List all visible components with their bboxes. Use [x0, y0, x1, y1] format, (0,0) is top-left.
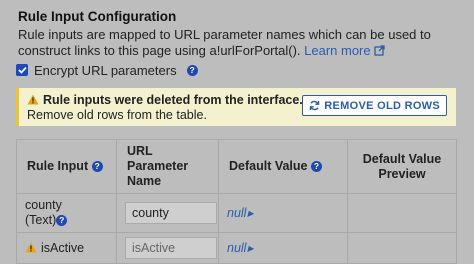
default-value-link[interactable]: null▶	[227, 206, 254, 220]
encrypt-option: Encrypt URL parameters ?	[16, 62, 198, 78]
caret-right-icon: ▶	[247, 244, 254, 253]
table-row: isActive null▶	[16, 232, 457, 264]
rule-input-cell: isActive	[16, 232, 117, 264]
remove-old-rows-button[interactable]: REMOVE OLD ROWS	[302, 95, 447, 116]
refresh-icon	[310, 100, 320, 111]
rule-input-type: (Text)?	[25, 213, 108, 228]
header-default-value-preview: Default Value Preview	[347, 139, 457, 194]
rule-input-type-label: (Text)	[25, 213, 57, 227]
banner-rest-text: Remove old rows from the table.	[27, 108, 207, 122]
header-rule-input-label: Rule Input	[27, 159, 89, 173]
external-link-icon	[373, 45, 385, 56]
url-parameter-input[interactable]	[125, 202, 217, 224]
encrypt-label: Encrypt URL parameters	[34, 62, 177, 78]
help-icon[interactable]: ?	[91, 161, 103, 173]
help-icon[interactable]: ?	[186, 64, 198, 76]
default-value-cell: null▶	[218, 232, 348, 264]
rule-input-name: isActive	[41, 241, 85, 255]
remove-old-rows-label: REMOVE OLD ROWS	[324, 99, 440, 112]
default-value-cell: null▶	[218, 193, 348, 233]
url-parameter-input	[125, 237, 217, 259]
learn-more-label: Learn more	[304, 43, 371, 58]
url-param-cell	[116, 193, 219, 233]
header-rule-input: Rule Input ?	[16, 139, 117, 194]
url-param-cell	[116, 232, 219, 264]
help-icon[interactable]: ?	[56, 215, 68, 227]
default-value-preview-cell	[347, 232, 457, 264]
default-value-preview-cell	[347, 193, 457, 233]
section-title: Rule Input Configuration	[18, 9, 177, 24]
header-default-value: Default Value ?	[218, 139, 348, 194]
default-value-label: null	[227, 241, 247, 255]
warning-icon	[27, 94, 39, 105]
encrypt-checkbox[interactable]	[16, 64, 28, 76]
config-description: Rule inputs are mapped to URL parameter …	[18, 27, 468, 59]
table-row: county (Text)? null▶	[16, 193, 457, 233]
header-url-parameter-name: URL Parameter Name	[116, 139, 219, 194]
header-default-value-label: Default Value	[229, 159, 308, 173]
table-header-row: Rule Input ? URL Parameter Name Default …	[16, 139, 457, 194]
warning-banner: Rule inputs were deleted from the interf…	[16, 88, 456, 126]
banner-message: Rule inputs were deleted from the interf…	[27, 93, 337, 123]
default-value-link[interactable]: null▶	[227, 241, 254, 255]
banner-bold-text: Rule inputs were deleted from the interf…	[43, 93, 303, 107]
rule-input-name: county	[25, 198, 62, 212]
rule-input-table: Rule Input ? URL Parameter Name Default …	[16, 139, 457, 264]
help-icon[interactable]: ?	[310, 161, 322, 173]
checkmark-icon	[17, 66, 27, 74]
learn-more-link[interactable]: Learn more	[304, 43, 385, 58]
caret-right-icon: ▶	[247, 209, 254, 218]
default-value-label: null	[227, 206, 247, 220]
rule-input-cell: county (Text)?	[16, 193, 117, 233]
